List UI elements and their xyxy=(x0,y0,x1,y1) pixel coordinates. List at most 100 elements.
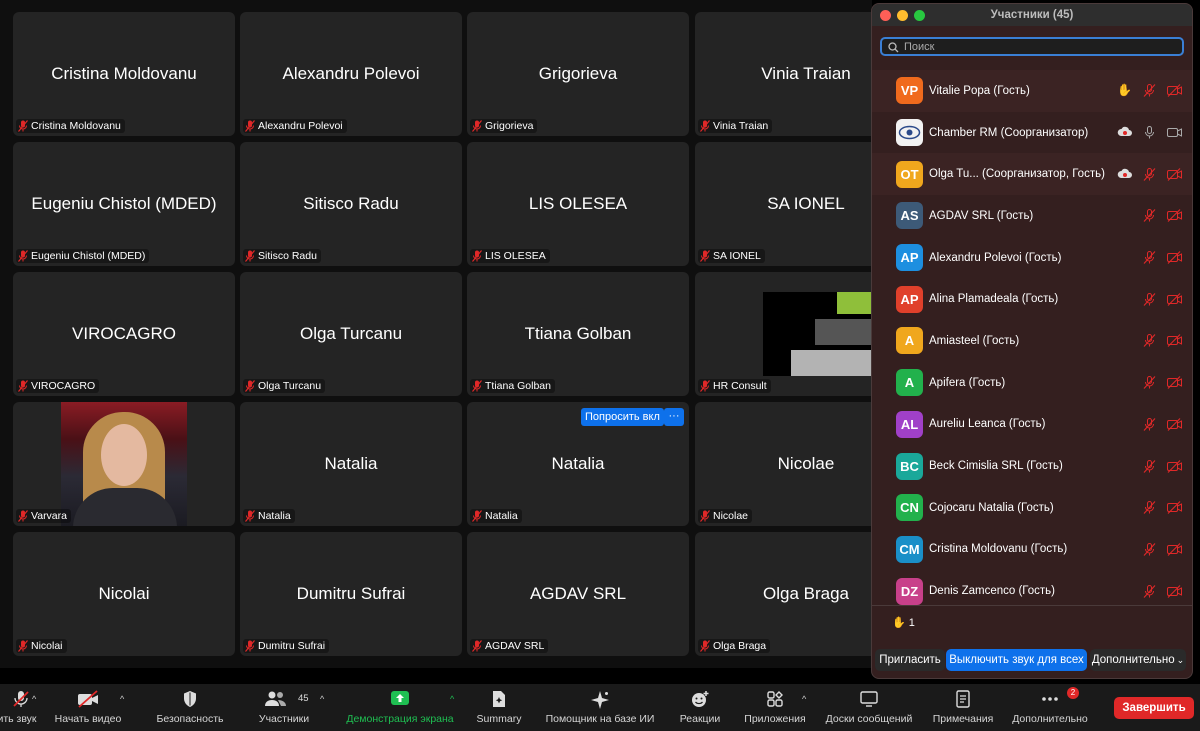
apps-button[interactable]: Приложения xyxy=(740,684,810,731)
tile-display-name: VIROCAGRO xyxy=(72,324,176,343)
camera-off-icon[interactable] xyxy=(1167,334,1182,348)
end-meeting-button[interactable]: Завершить xyxy=(1114,697,1194,719)
mic-off-icon xyxy=(245,120,255,132)
chevron-up-icon[interactable]: ^ xyxy=(450,694,454,704)
camera-icon[interactable] xyxy=(1167,126,1182,139)
summary-button[interactable]: Summary xyxy=(470,684,528,731)
search-box[interactable] xyxy=(880,37,1184,56)
mic-off-icon[interactable] xyxy=(1142,501,1157,515)
whiteboards-label: Доски сообщений xyxy=(825,713,913,725)
camera-off-icon[interactable] xyxy=(1167,376,1182,390)
more-dots-icon xyxy=(1042,697,1058,701)
participant-row[interactable]: AL Aureliu Leanca (Гость) xyxy=(872,404,1192,446)
share-screen-button[interactable]: Демонстрация экрана xyxy=(340,684,460,731)
camera-off-icon[interactable] xyxy=(1167,543,1182,556)
more-button[interactable]: 2 Дополнительно xyxy=(1005,684,1095,731)
video-tile[interactable]: VIROCAGRO VIROCAGRO xyxy=(13,272,235,396)
chevron-up-icon[interactable]: ^ xyxy=(32,694,36,704)
camera-off-icon[interactable] xyxy=(1167,459,1182,473)
participants-button[interactable]: 45 Участники xyxy=(252,684,316,731)
chevron-up-icon[interactable]: ^ xyxy=(802,694,806,704)
participant-row[interactable]: Chamber RM (Соорганизатор) xyxy=(872,112,1192,154)
video-tile[interactable]: SA IONEL SA IONEL xyxy=(695,142,872,266)
tile-label: HR Consult xyxy=(698,379,771,393)
tile-more-button[interactable]: ··· xyxy=(664,408,684,426)
ask-to-unmute-button[interactable]: Попросить вкл xyxy=(581,408,664,426)
video-tile[interactable]: HR Consult xyxy=(695,272,872,396)
participant-row[interactable]: AP Alexandru Polevoi (Гость) xyxy=(872,237,1192,279)
mic-off-icon[interactable] xyxy=(1142,167,1157,181)
video-tile[interactable]: Grigorieva Grigorieva xyxy=(467,12,689,136)
video-tile[interactable]: Ttiana Golban Ttiana Golban xyxy=(467,272,689,396)
mic-off-icon[interactable] xyxy=(1142,84,1157,98)
mic-off-icon xyxy=(245,250,255,262)
mic-off-icon[interactable] xyxy=(1142,251,1157,264)
participant-row[interactable]: A Amiasteel (Гость) xyxy=(872,320,1192,362)
mic-off-icon[interactable] xyxy=(1142,459,1157,473)
video-tile[interactable]: Dumitru Sufrai Dumitru Sufrai xyxy=(240,532,462,656)
tile-label: Alexandru Polevoi xyxy=(243,119,347,133)
video-tile[interactable]: Olga Braga Olga Braga xyxy=(695,532,872,656)
unmute-button[interactable]: ить звук xyxy=(0,684,42,731)
mic-off-icon[interactable] xyxy=(1142,209,1157,223)
video-tile[interactable]: Vinia Traian Vinia Traian xyxy=(695,12,872,136)
participant-row[interactable]: CN Cojocaru Natalia (Гость) xyxy=(872,487,1192,529)
mic-off-icon[interactable] xyxy=(1142,417,1157,431)
mic-off-icon[interactable] xyxy=(1142,584,1157,598)
participant-row[interactable]: VP Vitalie Popa (Гость) ✋ xyxy=(872,70,1192,112)
video-tile[interactable]: Cristina Moldovanu Cristina Moldovanu xyxy=(13,12,235,136)
participant-row[interactable]: CM Cristina Moldovanu (Гость) xyxy=(872,529,1192,571)
camera-off-icon[interactable] xyxy=(1167,251,1182,264)
search-input[interactable] xyxy=(904,39,1174,54)
avatar-initials: VP xyxy=(900,83,919,99)
participant-name: Cristina Moldovanu (Гость) xyxy=(929,543,1068,556)
security-button[interactable]: Безопасность xyxy=(150,684,230,731)
camera-off-icon[interactable] xyxy=(1167,501,1182,515)
mic-off-icon[interactable] xyxy=(1142,376,1157,390)
video-tile[interactable]: Olga Turcanu Olga Turcanu xyxy=(240,272,462,396)
ai-companion-button[interactable]: Помощник на базе ИИ xyxy=(538,684,662,731)
video-tile[interactable]: Sitisco Radu Sitisco Radu xyxy=(240,142,462,266)
mic-icon[interactable] xyxy=(1142,126,1157,139)
camera-off-icon[interactable] xyxy=(1167,292,1182,306)
participant-row[interactable]: OT Olga Tu... (Соорганизатор, Гость) xyxy=(872,153,1192,196)
start-video-button[interactable]: Начать видео xyxy=(50,684,126,731)
video-tile[interactable]: LIS OLESEA LIS OLESEA xyxy=(467,142,689,266)
camera-off-icon[interactable] xyxy=(1167,209,1182,223)
participant-row[interactable]: BC Beck Cimislia SRL (Гость) xyxy=(872,445,1192,487)
video-tile[interactable]: Varvara xyxy=(13,402,235,526)
mic-off-icon[interactable] xyxy=(1142,334,1157,348)
video-tile[interactable]: Nicolae Nicolae xyxy=(695,402,872,526)
video-tile[interactable]: Nicolai Nicolai xyxy=(13,532,235,656)
video-tile[interactable]: Alexandru Polevoi Alexandru Polevoi xyxy=(240,12,462,136)
chevron-up-icon[interactable]: ^ xyxy=(320,694,324,704)
tile-display-name: Nicolai xyxy=(98,584,150,603)
tile-label: Dumitru Sufrai xyxy=(243,639,330,653)
camera-off-icon[interactable] xyxy=(1167,584,1182,598)
camera-off-icon[interactable] xyxy=(1167,84,1182,98)
more-options-button[interactable]: Дополнительно ⌄ xyxy=(1090,649,1186,671)
chevron-down-icon: ⌄ xyxy=(1176,655,1185,665)
participant-row[interactable]: A Apifera (Гость) xyxy=(872,362,1192,404)
participant-row[interactable]: AP Alina Plamadeala (Гость) xyxy=(872,278,1192,320)
chevron-up-icon[interactable]: ^ xyxy=(120,694,124,704)
whiteboards-button[interactable]: Доски сообщений xyxy=(820,684,918,731)
participant-row[interactable]: AS AGDAV SRL (Гость) xyxy=(872,195,1192,237)
video-tile[interactable]: AGDAV SRL AGDAV SRL xyxy=(467,532,689,656)
mic-off-icon[interactable] xyxy=(1142,542,1157,556)
summary-icon xyxy=(493,691,505,707)
participant-controls xyxy=(1142,417,1182,431)
video-tile[interactable]: Natalia Natalia xyxy=(240,402,462,526)
tile-label: Sitisco Radu xyxy=(243,249,321,263)
mic-off-icon[interactable] xyxy=(1142,292,1157,306)
notes-button[interactable]: Примечания xyxy=(928,684,998,731)
camera-off-icon[interactable] xyxy=(1167,167,1182,181)
invite-button[interactable]: Пригласить xyxy=(875,649,945,671)
camera-off-icon[interactable] xyxy=(1167,417,1182,431)
emoji-icon xyxy=(692,691,709,707)
video-tile[interactable]: Попросить вкл ··· Natalia Natalia xyxy=(467,402,689,526)
video-tile[interactable]: Eugeniu Chistol (MDED) Eugeniu Chistol (… xyxy=(13,142,235,266)
reactions-button[interactable]: Реакции xyxy=(672,684,728,731)
mute-all-button[interactable]: Выключить звук для всех xyxy=(946,649,1087,671)
participant-avatar: DZ xyxy=(896,577,923,605)
